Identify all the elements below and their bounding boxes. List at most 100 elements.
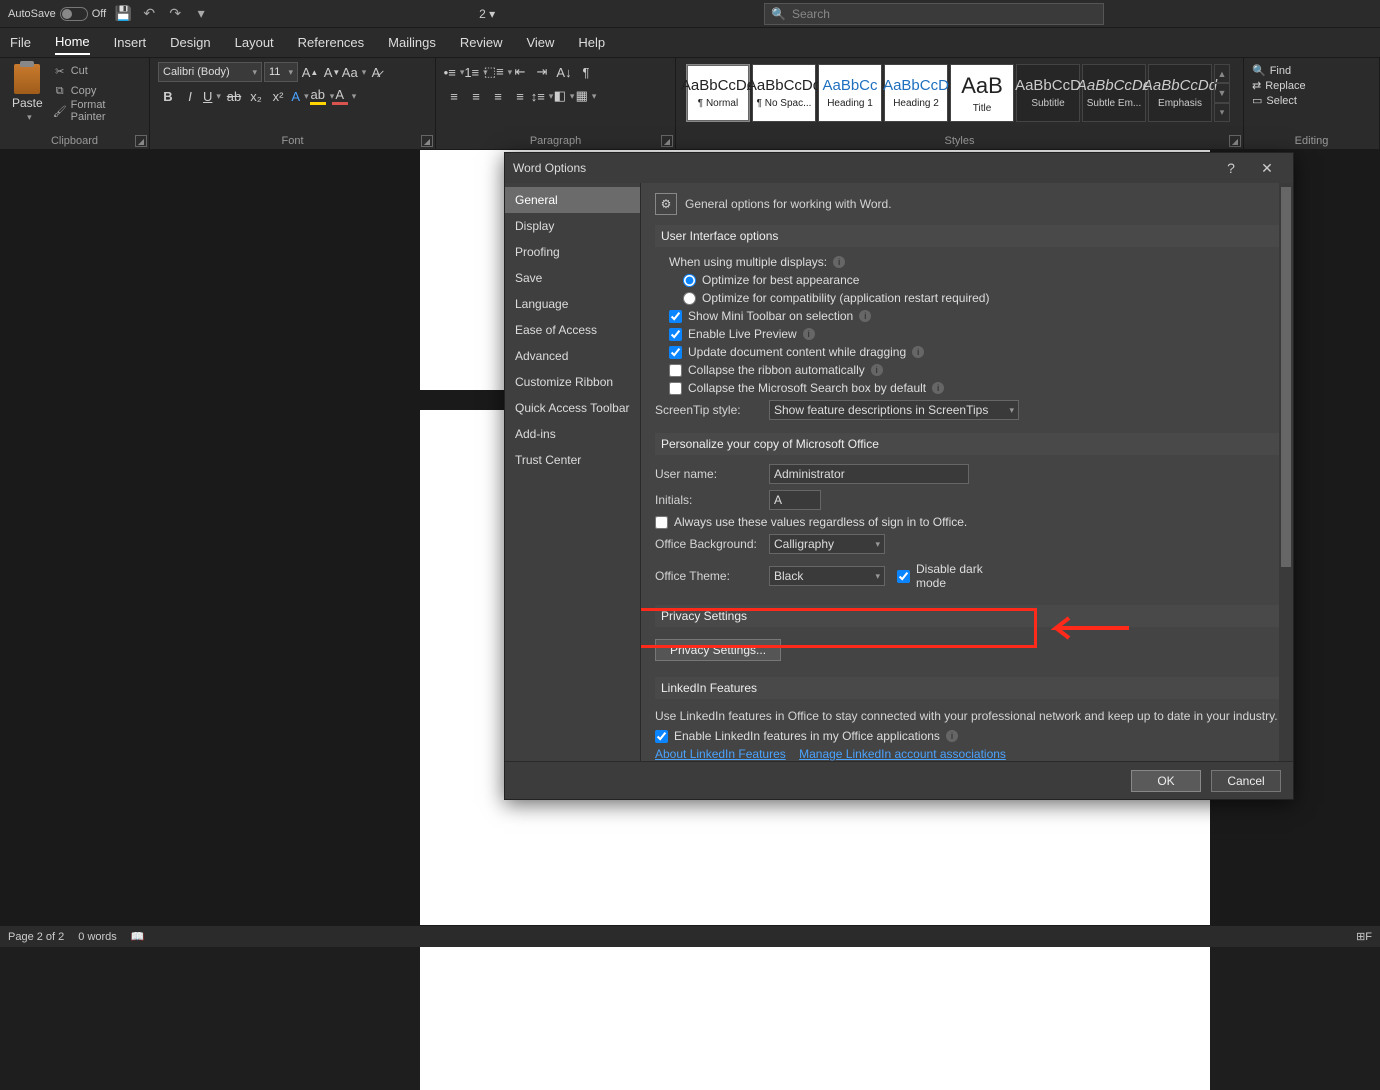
tab-home[interactable]: Home xyxy=(55,30,90,55)
focus-mode-icon[interactable]: ⊞F xyxy=(1356,930,1372,943)
nav-addins[interactable]: Add-ins xyxy=(505,421,640,447)
radio-compatibility[interactable]: Optimize for compatibility (application … xyxy=(655,289,1279,307)
screentip-combo[interactable]: Show feature descriptions in ScreenTips▾ xyxy=(769,400,1019,420)
info-icon[interactable]: i xyxy=(932,382,944,394)
nav-qat[interactable]: Quick Access Toolbar xyxy=(505,395,640,421)
superscript-button[interactable]: x² xyxy=(268,86,288,106)
tab-mailings[interactable]: Mailings xyxy=(388,31,436,54)
multilevel-button[interactable]: ⬚≡▾ xyxy=(488,62,508,82)
save-icon[interactable]: 💾 xyxy=(114,5,132,23)
initials-input[interactable] xyxy=(769,490,821,510)
nav-display[interactable]: Display xyxy=(505,213,640,239)
check-update-drag[interactable]: Update document content while draggingi xyxy=(655,343,1279,361)
font-size-combo[interactable]: 11▾ xyxy=(264,62,298,82)
check-linkedin[interactable]: Enable LinkedIn features in my Office ap… xyxy=(655,727,1279,745)
style-heading1[interactable]: AaBbCcHeading 1 xyxy=(818,64,882,122)
nav-general[interactable]: General xyxy=(505,187,640,213)
ok-button[interactable]: OK xyxy=(1131,770,1201,792)
qat-dropdown-icon[interactable]: ▾ xyxy=(192,5,210,23)
redo-icon[interactable]: ↷ xyxy=(166,5,184,23)
copy-button[interactable]: ⧉Copy xyxy=(51,82,141,100)
style-title[interactable]: AaBTitle xyxy=(950,64,1014,122)
background-combo[interactable]: Calligraphy▾ xyxy=(769,534,885,554)
spellcheck-icon[interactable]: 📖 xyxy=(131,930,145,943)
align-left-button[interactable]: ≡ xyxy=(444,86,464,106)
tab-review[interactable]: Review xyxy=(460,31,503,54)
search-input[interactable]: 🔍 Search xyxy=(764,3,1104,25)
font-color-button[interactable]: A▾ xyxy=(334,86,354,106)
change-case-button[interactable]: Aa▾ xyxy=(344,62,364,82)
autosave-toggle[interactable]: AutoSave Off xyxy=(8,7,106,21)
paste-button[interactable]: Paste ▾ xyxy=(8,62,47,125)
dialog-launcher-icon[interactable]: ◢ xyxy=(661,135,673,147)
tab-file[interactable]: File xyxy=(10,31,31,54)
check-mini-toolbar[interactable]: Show Mini Toolbar on selectioni xyxy=(655,307,1279,325)
tab-help[interactable]: Help xyxy=(578,31,605,54)
cancel-button[interactable]: Cancel xyxy=(1211,770,1281,792)
line-spacing-button[interactable]: ↕≡▾ xyxy=(532,86,552,106)
select-button[interactable]: ▭Select xyxy=(1252,94,1306,107)
info-icon[interactable]: i xyxy=(859,310,871,322)
check-live-preview[interactable]: Enable Live Previewi xyxy=(655,325,1279,343)
borders-button[interactable]: ▦▾ xyxy=(576,86,596,106)
style-emphasis[interactable]: AaBbCcDdEmphasis xyxy=(1148,64,1212,122)
highlight-button[interactable]: ab▾ xyxy=(312,86,332,106)
theme-combo[interactable]: Black▾ xyxy=(769,566,885,586)
find-button[interactable]: 🔍Find xyxy=(1252,64,1306,77)
nav-custom-ribbon[interactable]: Customize Ribbon xyxy=(505,369,640,395)
style-nospacing[interactable]: AaBbCcDd¶ No Spac... xyxy=(752,64,816,122)
link-about-linkedin[interactable]: About LinkedIn Features xyxy=(655,747,786,761)
align-right-button[interactable]: ≡ xyxy=(488,86,508,106)
sort-button[interactable]: A↓ xyxy=(554,62,574,82)
dialog-scrollbar[interactable] xyxy=(1279,183,1293,761)
style-subtitle[interactable]: AaBbCcDSubtitle xyxy=(1016,64,1080,122)
dialog-launcher-icon[interactable]: ◢ xyxy=(1229,135,1241,147)
dialog-launcher-icon[interactable]: ◢ xyxy=(421,135,433,147)
page-status[interactable]: Page 2 of 2 xyxy=(8,931,64,943)
text-effects-button[interactable]: A▾ xyxy=(290,86,310,106)
underline-button[interactable]: U▾ xyxy=(202,86,222,106)
info-icon[interactable]: i xyxy=(912,346,924,358)
shading-button[interactable]: ◧▾ xyxy=(554,86,574,106)
gallery-scroll[interactable]: ▲▼▾ xyxy=(1214,64,1230,122)
info-icon[interactable]: i xyxy=(871,364,883,376)
align-center-button[interactable]: ≡ xyxy=(466,86,486,106)
info-icon[interactable]: i xyxy=(946,730,958,742)
subscript-button[interactable]: x₂ xyxy=(246,86,266,106)
style-heading2[interactable]: AaBbCcDHeading 2 xyxy=(884,64,948,122)
link-manage-linkedin[interactable]: Manage LinkedIn account associations xyxy=(799,747,1006,761)
info-icon[interactable]: i xyxy=(803,328,815,340)
grow-font-button[interactable]: A▲ xyxy=(300,62,320,82)
cut-button[interactable]: ✂Cut xyxy=(51,62,141,80)
bullets-button[interactable]: •≡▾ xyxy=(444,62,464,82)
tab-design[interactable]: Design xyxy=(170,31,210,54)
undo-icon[interactable]: ↶ xyxy=(140,5,158,23)
justify-button[interactable]: ≡ xyxy=(510,86,530,106)
nav-trust[interactable]: Trust Center xyxy=(505,447,640,473)
replace-button[interactable]: ⇄Replace xyxy=(1252,79,1306,92)
decrease-indent-button[interactable]: ⇤ xyxy=(510,62,530,82)
style-subtle-em[interactable]: AaBbCcDdSubtle Em... xyxy=(1082,64,1146,122)
bold-button[interactable]: B xyxy=(158,86,178,106)
italic-button[interactable]: I xyxy=(180,86,200,106)
nav-language[interactable]: Language xyxy=(505,291,640,317)
style-normal[interactable]: AaBbCcDd¶ Normal xyxy=(686,64,750,122)
format-painter-button[interactable]: 🖌Format Painter xyxy=(51,102,141,120)
shrink-font-button[interactable]: A▼ xyxy=(322,62,342,82)
word-count[interactable]: 0 words xyxy=(78,931,117,943)
clear-format-button[interactable]: A̷ xyxy=(366,62,386,82)
nav-ease[interactable]: Ease of Access xyxy=(505,317,640,343)
tab-references[interactable]: References xyxy=(298,31,364,54)
close-button[interactable]: ✕ xyxy=(1249,154,1285,182)
nav-save[interactable]: Save xyxy=(505,265,640,291)
check-collapse-ribbon[interactable]: Collapse the ribbon automaticallyi xyxy=(655,361,1279,379)
username-input[interactable] xyxy=(769,464,969,484)
show-marks-button[interactable]: ¶ xyxy=(576,62,596,82)
dialog-launcher-icon[interactable]: ◢ xyxy=(135,135,147,147)
check-always-use[interactable]: Always use these values regardless of si… xyxy=(655,513,1279,531)
tab-view[interactable]: View xyxy=(526,31,554,54)
nav-proofing[interactable]: Proofing xyxy=(505,239,640,265)
tab-layout[interactable]: Layout xyxy=(235,31,274,54)
radio-best-appearance[interactable]: Optimize for best appearance xyxy=(655,271,1279,289)
check-collapse-search[interactable]: Collapse the Microsoft Search box by def… xyxy=(655,379,1279,397)
